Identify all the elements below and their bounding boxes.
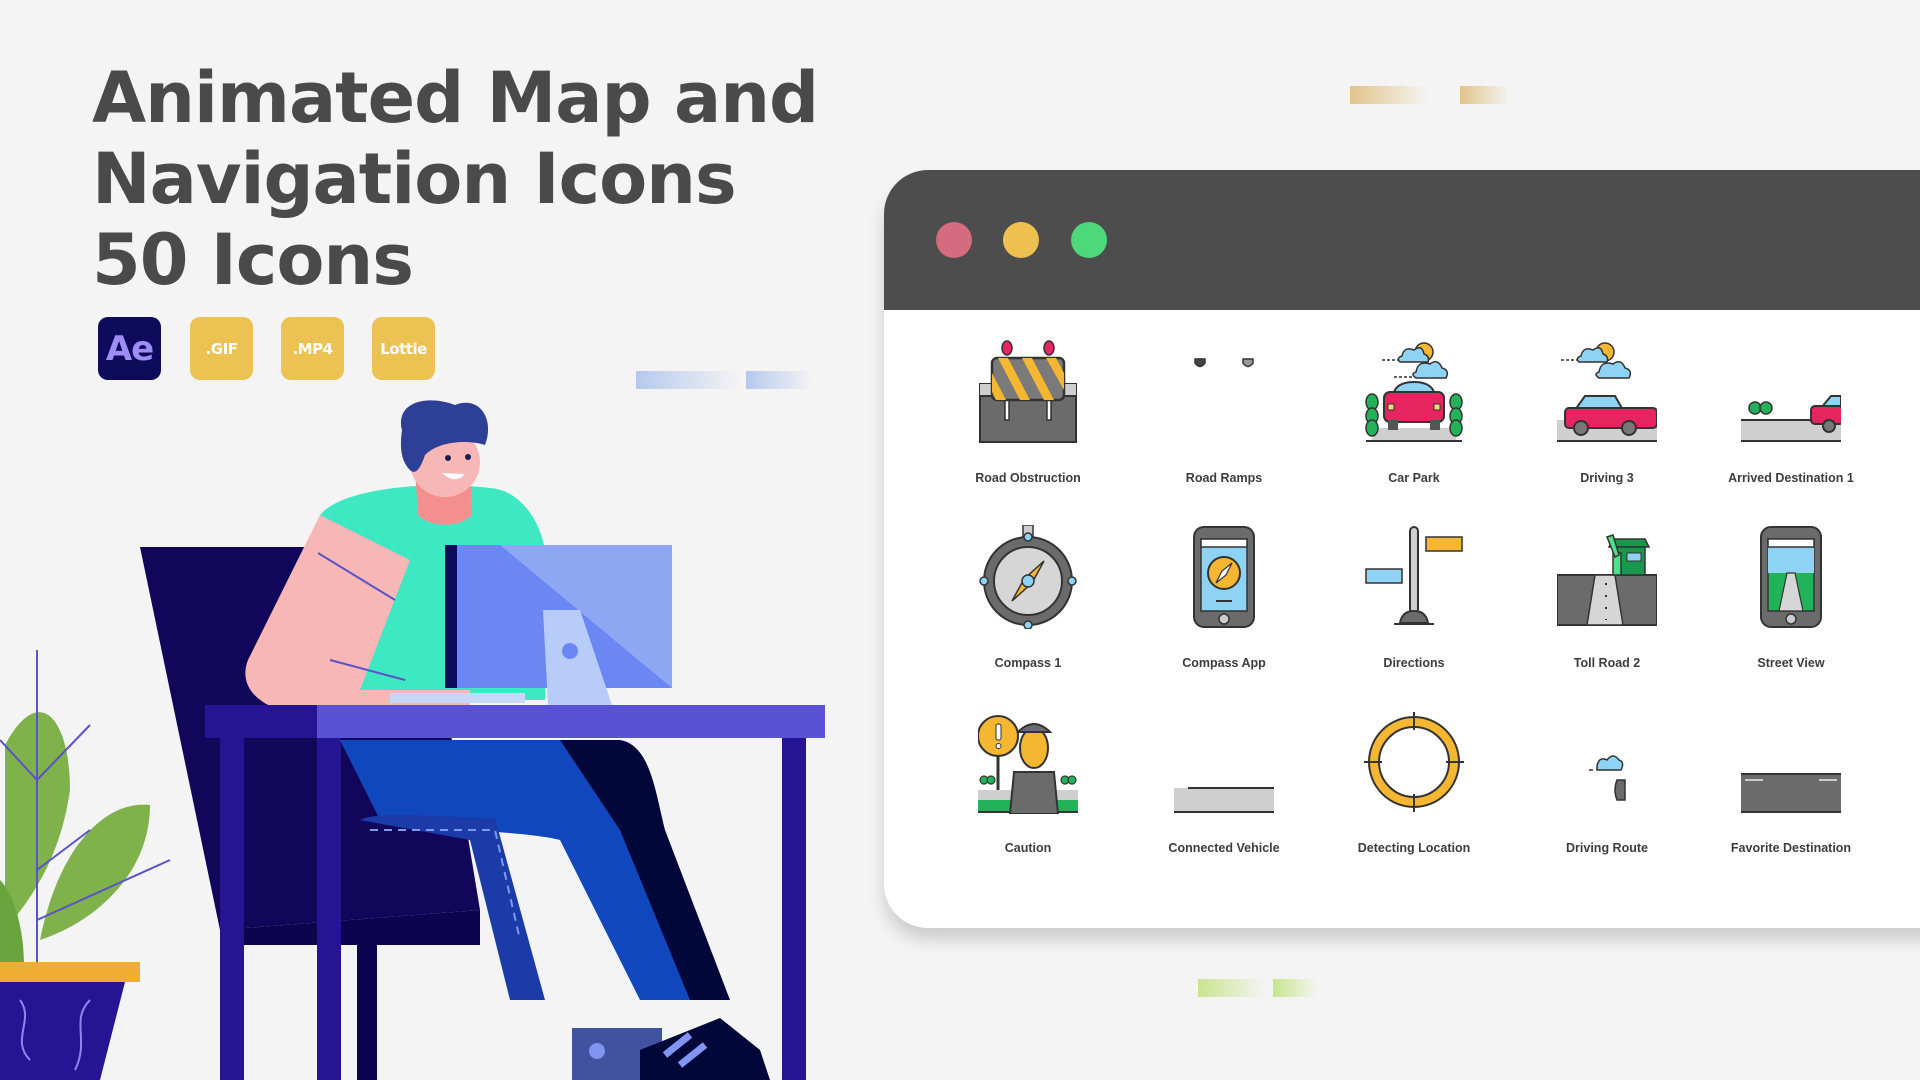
decor-bar-blue-2 [746,371,812,389]
icon-card-compass-app[interactable]: Compass App [1134,525,1314,695]
icon-label: Directions [1383,656,1445,670]
window-titlebar [884,170,1920,310]
icon-label: Arrived Destination 1 [1728,471,1854,485]
road-obstruction-icon [979,340,1077,443]
maximize-button[interactable] [1071,222,1107,258]
icon-label: Compass App [1182,656,1266,670]
icon-label: Compass 1 [994,656,1062,670]
page-title: Animated Map and Navigation Icons 50 Ico… [92,57,819,301]
favorite-destination-icon [1741,773,1841,813]
detecting-location-icon [1364,712,1464,812]
icon-label: Driving Route [1566,841,1648,855]
icon-card-compass-1[interactable]: Compass 1 [938,525,1118,695]
driving-icon [1557,342,1657,442]
decor-bar-green-1 [1198,979,1265,997]
icon-card-directions[interactable]: Directions [1324,525,1504,695]
toll-road-icon [1557,534,1657,626]
directions-signpost-icon [1365,526,1463,625]
driving-route-icon [1589,755,1626,801]
after-effects-badge: Ae [98,317,161,380]
decor-bar-gold-2 [1460,86,1510,104]
icon-card-detecting-location[interactable]: Detecting Location [1324,710,1504,880]
decor-bar-blue-1 [636,371,740,389]
compass-app-icon [1193,526,1255,628]
icon-label: Favorite Destination [1730,841,1852,855]
icon-card-driving-route[interactable]: Driving Route [1517,710,1697,880]
icon-grid: Road Obstruction Road Ramps Car Park Dri… [884,310,1920,928]
lottie-badge: Lottie [372,317,435,380]
icon-label: Road Obstruction [975,471,1081,485]
hair-illustration [400,400,489,472]
icon-card-road-ramps[interactable]: Road Ramps [1134,340,1314,510]
icon-label: Road Ramps [1185,471,1263,485]
road-ramps-icon [1194,358,1254,368]
street-view-icon [1760,526,1822,628]
decor-bar-gold-1 [1350,86,1428,104]
icon-card-arrived-destination-1[interactable]: Arrived Destination 1 [1701,340,1881,510]
caution-officer-icon [978,715,1078,814]
connected-vehicle-icon [1174,787,1274,813]
icon-label: Caution [1004,841,1052,855]
icon-card-caution[interactable]: Caution [938,710,1118,880]
arrived-destination-icon [1741,395,1841,442]
icon-label: Toll Road 2 [1573,656,1641,670]
close-button[interactable] [936,222,972,258]
icon-label: Connected Vehicle [1168,841,1280,855]
mp4-badge: .MP4 [281,317,344,380]
icon-card-toll-road-2[interactable]: Toll Road 2 [1517,525,1697,695]
desk-illustration [205,705,825,1080]
icon-card-favorite-destination[interactable]: Favorite Destination [1701,710,1881,880]
plant-illustration [0,650,171,1080]
app-window: Road Obstruction Road Ramps Car Park Dri… [884,170,1920,928]
title-line-2: Navigation Icons [92,138,737,220]
compass-icon [979,525,1077,629]
monitor-illustration [390,545,672,705]
icon-card-connected-vehicle[interactable]: Connected Vehicle [1134,710,1314,880]
icon-card-car-park[interactable]: Car Park [1324,340,1504,510]
icon-label: Driving 3 [1580,471,1634,485]
icon-label: Detecting Location [1357,841,1471,855]
title-line-1: Animated Map and [92,57,819,139]
title-line-3: 50 Icons [92,219,414,301]
decor-bar-green-2 [1273,979,1318,997]
icon-card-driving-3[interactable]: Driving 3 [1517,340,1697,510]
icon-label: Street View [1757,656,1825,670]
gif-badge: .GIF [190,317,253,380]
chair-illustration [140,547,480,930]
icon-card-street-view[interactable]: Street View [1701,525,1881,695]
car-park-icon [1365,342,1463,442]
minimize-button[interactable] [1003,222,1039,258]
icon-card-road-obstruction[interactable]: Road Obstruction [938,340,1118,510]
icon-label: Car Park [1388,471,1440,485]
